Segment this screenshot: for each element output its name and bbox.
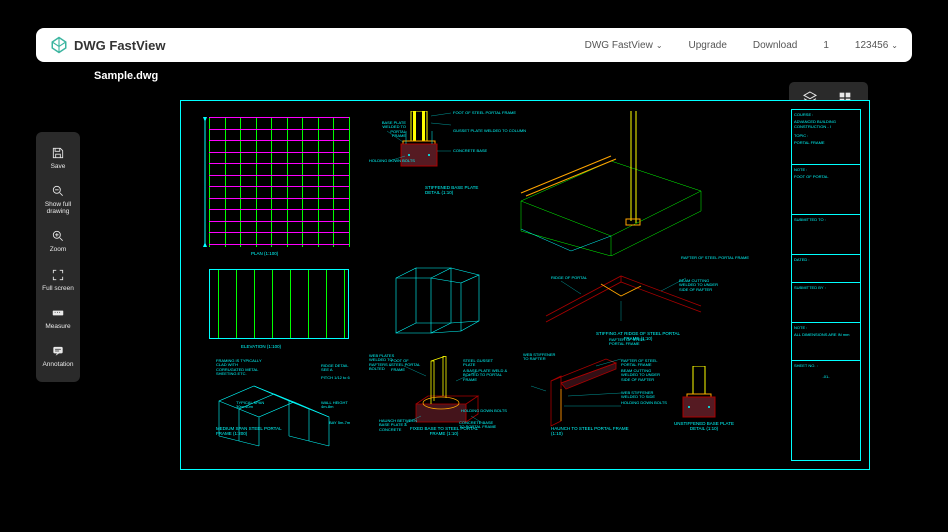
plan-title: PLAN (1:100) (251, 251, 278, 256)
nav-download[interactable]: Download (753, 40, 797, 51)
label: FOOT OF STEEL PORTAL FRAME (453, 111, 516, 115)
haunch-title: HAUNCH TO STEEL PORTAL FRAME (1:10) (551, 426, 631, 436)
save-icon (51, 146, 65, 160)
label: BEAM CUTTING WELDED TO UNDER SIDE OF RAF… (621, 369, 661, 382)
app-title: DWG FastView (74, 38, 166, 53)
label: BAY 5m-7m (329, 421, 350, 425)
fullscreen-button[interactable]: Full screen (36, 262, 80, 298)
annotation-icon (51, 344, 65, 358)
save-button[interactable]: Save (36, 140, 80, 176)
unstiffened-title: UNSTIFFENED BASE PLATE DETAIL (1:10) (669, 421, 739, 431)
wireframe-3d (381, 263, 491, 343)
chevron-down-icon: ⌄ (891, 41, 898, 50)
label: RAFTER OF STEEL PORTAL FRAME (621, 359, 659, 368)
ridge-title: STIFFING AT RIDGE OF STEEL PORTAL FRAME … (593, 331, 683, 341)
stiffened-title: STIFFENED BASE PLATE DETAIL (1:10) (425, 185, 485, 195)
fixed-base-title: FIXED BASE TO STEEL PORTAL FRAME (1:10) (409, 426, 479, 436)
label: A BASE PLATE WELD & BOLTED TO PORTAL FRA… (463, 369, 508, 382)
left-toolbar: Save Show full drawing Zoom Full screen … (36, 132, 80, 382)
top-nav: DWG FastView⌄ Upgrade Download 1 123456⌄ (585, 40, 898, 51)
label: HOLDING DOWN BOLTS (461, 409, 507, 413)
nav-upgrade[interactable]: Upgrade (689, 40, 727, 51)
unstiffened-base (671, 366, 741, 421)
app-logo: DWG FastView (50, 36, 166, 54)
label: BEAM CUTTING WELDED TO UNDER SIDE OF RAF… (679, 279, 719, 292)
nav-note-count[interactable]: 1 (823, 40, 829, 51)
label: FOOT OF STEEL PORTAL FRAME (391, 359, 421, 372)
label: BASE PLATE WELDED TO PORTAL FRAME (376, 121, 406, 139)
label: RIDGE OF PORTAL (551, 276, 587, 280)
elevation-view: document.write(Array.from({length:8},(_,… (209, 269, 349, 339)
nav-fastview-dropdown[interactable]: DWG FastView⌄ (585, 40, 663, 51)
measure-icon (51, 306, 65, 320)
elevation-title: ELEVATION (1:100) (241, 344, 281, 349)
label: TYPICAL SPAN 30m-40m (236, 401, 271, 410)
perspective-3d: document.write(Array.from({length:8},(_,… (511, 111, 711, 256)
label: RIDGE DETAIL SEE A (321, 364, 356, 373)
label: WEB STIFFENER WELDED TO SIDE (621, 391, 661, 400)
label: STEEL GUSSET PLATE (463, 359, 503, 368)
magnify-plus-icon (51, 229, 65, 243)
chevron-down-icon: ⌄ (656, 41, 663, 50)
label: HOLDING DOWN BOLTS (369, 159, 415, 163)
document-filename: Sample.dwg (94, 70, 158, 82)
fullscreen-icon (51, 268, 65, 282)
label: WEB STIFFENER TO RAFTER (523, 353, 558, 362)
magnify-minus-icon (51, 184, 65, 198)
title-block: COURSE : ADVANCED BUILDING CONSTRUCTION … (791, 109, 861, 461)
zoom-button[interactable]: Zoom (36, 223, 80, 259)
label: WALL HEIGHT 4m-8m (321, 401, 351, 410)
logo-icon (50, 36, 68, 54)
show-full-button[interactable]: Show full drawing (36, 178, 80, 221)
top-bar: DWG FastView DWG FastView⌄ Upgrade Downl… (36, 28, 912, 62)
label: CONCRETE BASE (453, 149, 487, 153)
measure-button[interactable]: Measure (36, 300, 80, 336)
nav-user-dropdown[interactable]: 123456⌄ (855, 40, 898, 51)
plan-view: document.write(Array.from({length:10},(_… (209, 117, 349, 247)
label: FRAMING IS TYPICALLY CLAD WITH CORRUGATE… (216, 359, 266, 377)
label: PITCH 1/12 to 6 (321, 376, 350, 380)
label: RAFTER OF STEEL PORTAL FRAME (681, 256, 749, 260)
annotation-button[interactable]: Annotation (36, 338, 80, 374)
drawing-canvas[interactable]: document.write(Array.from({length:10},(_… (180, 100, 870, 470)
label: HOLDING DOWN BOLTS (621, 401, 667, 405)
medium-span-title: MEDIUM SPAN STEEL PORTAL FRAME (1:200) (216, 426, 296, 436)
